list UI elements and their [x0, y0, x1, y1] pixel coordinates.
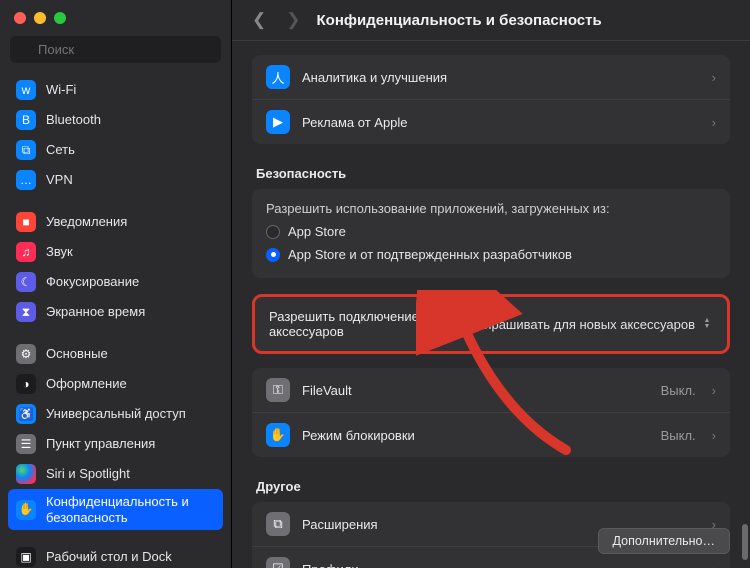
sidebar-item-desktop[interactable]: ▣ Рабочий стол и Dock: [8, 542, 223, 568]
radio-option-1[interactable]: App Store и от подтвержденных разработчи…: [252, 243, 730, 266]
radio-icon[interactable]: [266, 248, 280, 262]
sidebar-item-label: Wi-Fi: [46, 82, 215, 98]
sidebar-item-network[interactable]: ⧉ Сеть: [8, 135, 223, 165]
allow-accessories-label: Разрешить подключение аксессуаров: [269, 309, 463, 339]
sidebar-item-wifi[interactable]: ᴡ Wi-Fi: [8, 75, 223, 105]
advanced-button[interactable]: Дополнительно…: [598, 528, 730, 554]
extensions-icon: ⧉: [266, 512, 290, 536]
hourglass-icon: ⧗: [16, 302, 36, 322]
sidebar-item-label: Пункт управления: [46, 436, 215, 452]
maximize-window[interactable]: [54, 12, 66, 24]
desktop-icon: ▣: [16, 547, 36, 567]
advanced-button-label: Дополнительно…: [613, 534, 715, 548]
section-heading-other: Другое: [252, 473, 730, 502]
titlebar: ❮ ❯ Конфиденциальность и безопасность: [232, 0, 750, 41]
megaphone-icon: ▶: [266, 110, 290, 134]
wifi-icon: ᴡ: [16, 80, 36, 100]
sidebar-item-label: Фокусирование: [46, 274, 215, 290]
sidebar-item-label: Основные: [46, 346, 215, 362]
content-pane: ❮ ❯ Конфиденциальность и безопасность ⼈ А…: [232, 0, 750, 568]
settings-row-megaphone[interactable]: ▶ Реклама от Apple ›: [252, 99, 730, 144]
chevron-right-icon: ›: [712, 428, 716, 443]
allow-accessories-value[interactable]: Спрашивать для новых аксессуаров ▲▼: [475, 317, 713, 332]
sidebar-item-gear[interactable]: ⚙ Основные: [8, 339, 223, 369]
chevron-right-icon: ›: [712, 383, 716, 398]
radio-icon[interactable]: [266, 225, 280, 239]
settings-row-chart[interactable]: ⼈ Аналитика и улучшения ›: [252, 55, 730, 99]
sidebar-item-accessibility[interactable]: ♿ Универсальный доступ: [8, 399, 223, 429]
sidebar-item-label: Сеть: [46, 142, 215, 158]
row-value: Выкл.: [661, 383, 696, 398]
row-label: FileVault: [302, 383, 649, 398]
lockdown-icon: ✋: [266, 423, 290, 447]
sidebar-item-appearance[interactable]: ◑ Оформление: [8, 369, 223, 399]
sidebar-item-label: Оформление: [46, 376, 215, 392]
accessibility-icon: ♿: [16, 404, 36, 424]
sidebar-item-moon[interactable]: ☾ Фокусирование: [8, 267, 223, 297]
page-title: Конфиденциальность и безопасность: [317, 12, 602, 29]
row-label: Реклама от Apple: [302, 115, 696, 130]
sound-icon: ♫: [16, 242, 36, 262]
sidebar-item-label: Уведомления: [46, 214, 215, 230]
vpn-icon: …: [16, 170, 36, 190]
chart-icon: ⼈: [266, 65, 290, 89]
traffic-lights: [0, 0, 231, 32]
sidebar-item-label: Экранное время: [46, 304, 215, 320]
row-label: Профили: [302, 562, 696, 568]
bell-icon: ■: [16, 212, 36, 232]
sidebar-item-label: Звук: [46, 244, 215, 260]
sidebar: ᴡ Wi-Fi B Bluetooth ⧉ Сеть … VPN ■ Уведомления ♫ Зв…: [0, 0, 232, 568]
forward-button[interactable]: ❯: [282, 10, 304, 30]
row-label: Аналитика и улучшения: [302, 70, 696, 85]
sidebar-item-privacy[interactable]: ✋ Конфиденциальность и безопасность: [8, 489, 223, 530]
minimize-window[interactable]: [34, 12, 46, 24]
sidebar-item-sound[interactable]: ♫ Звук: [8, 237, 223, 267]
sidebar-item-label: Конфиденциальность и безопасность: [46, 494, 215, 525]
sidebar-item-hourglass[interactable]: ⧗ Экранное время: [8, 297, 223, 327]
sidebar-item-bell[interactable]: ■ Уведомления: [8, 207, 223, 237]
appearance-icon: ◑: [16, 374, 36, 394]
chevron-right-icon: ›: [712, 70, 716, 85]
network-icon: ⧉: [16, 140, 36, 160]
profiles-icon: ☑: [266, 557, 290, 568]
allow-apps-heading: Разрешить использование приложений, загр…: [252, 189, 730, 220]
close-window[interactable]: [14, 12, 26, 24]
settings-row-filevault[interactable]: ⚿ FileVault Выкл. ›: [252, 368, 730, 412]
allow-accessories-row[interactable]: Разрешить подключение аксессуаров Спраши…: [252, 294, 730, 354]
row-value: Выкл.: [661, 428, 696, 443]
moon-icon: ☾: [16, 272, 36, 292]
filevault-icon: ⚿: [266, 378, 290, 402]
sidebar-item-label: Рабочий стол и Dock: [46, 549, 215, 565]
radio-label: App Store и от подтвержденных разработчи…: [288, 247, 572, 262]
allow-apps-panel: Разрешить использование приложений, загр…: [252, 189, 730, 278]
radio-label: App Store: [288, 224, 346, 239]
siri-icon: [16, 464, 36, 484]
settings-row-lockdown[interactable]: ✋ Режим блокировки Выкл. ›: [252, 412, 730, 457]
bluetooth-icon: B: [16, 110, 36, 130]
control-center-icon: ☰: [16, 434, 36, 454]
sidebar-item-label: Siri и Spotlight: [46, 466, 215, 482]
section-heading-security: Безопасность: [252, 160, 730, 189]
sidebar-item-label: VPN: [46, 172, 215, 188]
back-button[interactable]: ❮: [248, 10, 270, 30]
row-label: Режим блокировки: [302, 428, 649, 443]
chevron-right-icon: ›: [712, 115, 716, 130]
sidebar-item-vpn[interactable]: … VPN: [8, 165, 223, 195]
allow-accessories-value-text: Спрашивать для новых аксессуаров: [475, 317, 695, 332]
sidebar-item-control-center[interactable]: ☰ Пункт управления: [8, 429, 223, 459]
search-input[interactable]: [10, 36, 221, 63]
sidebar-item-bluetooth[interactable]: B Bluetooth: [8, 105, 223, 135]
sidebar-item-siri[interactable]: Siri и Spotlight: [8, 459, 223, 489]
sidebar-item-label: Универсальный доступ: [46, 406, 215, 422]
updown-icon: ▲▼: [701, 318, 713, 330]
chevron-right-icon: ›: [712, 562, 716, 568]
sidebar-item-label: Bluetooth: [46, 112, 215, 128]
radio-option-0[interactable]: App Store: [252, 220, 730, 243]
gear-icon: ⚙: [16, 344, 36, 364]
privacy-icon: ✋: [16, 500, 36, 520]
